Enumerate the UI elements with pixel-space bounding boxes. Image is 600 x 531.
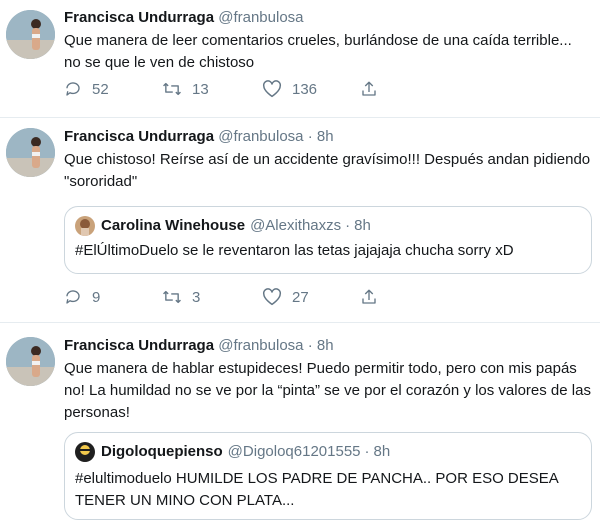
quoted-timestamp[interactable]: 8h xyxy=(374,442,391,462)
tweet[interactable]: Francisca Undurraga @franbulosa · 8h Que… xyxy=(0,118,600,323)
reply-button[interactable]: 9 xyxy=(64,288,162,306)
quoted-tweet-header: Carolina Winehouse @Alexithaxzs · 8h xyxy=(75,216,581,236)
quoted-author-name[interactable]: Digoloquepienso xyxy=(101,442,223,462)
author-name[interactable]: Francisca Undurraga xyxy=(64,9,214,26)
retweet-icon xyxy=(162,288,182,306)
author-name[interactable]: Francisca Undurraga xyxy=(64,337,214,354)
timestamp[interactable]: 8h xyxy=(317,337,334,354)
reply-icon xyxy=(64,80,82,98)
separator: · xyxy=(307,128,313,145)
avatar[interactable] xyxy=(6,128,55,177)
tweet-header: Francisca Undurraga @franbulosa xyxy=(64,8,592,28)
like-button[interactable]: 136 xyxy=(262,80,360,98)
quoted-tweet-text: #elultimoduelo HUMILDE LOS PADRE DE PANC… xyxy=(75,470,558,509)
tweet-actions: 9 3 27 xyxy=(64,288,378,306)
like-button[interactable]: 27 xyxy=(262,288,360,306)
author-handle[interactable]: @franbulosa xyxy=(218,128,303,145)
timestamp[interactable]: 8h xyxy=(317,128,334,145)
quoted-avatar[interactable] xyxy=(75,216,95,236)
separator: · xyxy=(364,443,370,460)
reply-button[interactable]: 52 xyxy=(64,80,162,98)
author-name[interactable]: Francisca Undurraga xyxy=(64,128,214,145)
reply-count: 52 xyxy=(92,80,109,98)
tweet[interactable]: Francisca Undurraga @franbulosa Que mane… xyxy=(0,0,600,118)
retweet-count: 13 xyxy=(192,80,209,98)
quoted-author-handle[interactable]: @Alexithaxzs xyxy=(250,216,341,236)
retweet-button[interactable]: 3 xyxy=(162,288,262,306)
avatar[interactable] xyxy=(6,10,55,59)
retweet-count: 3 xyxy=(192,288,201,306)
tweet-text: Que chistoso! Reírse así de un accidente… xyxy=(64,151,591,190)
author-handle[interactable]: @franbulosa xyxy=(218,337,303,354)
quoted-tweet[interactable]: Carolina Winehouse @Alexithaxzs · 8h #El… xyxy=(64,206,592,274)
share-icon xyxy=(360,288,378,306)
quoted-tweet-text: #ElÚltimoDuelo se le reventaron las teta… xyxy=(75,242,514,259)
quoted-tweet-header: Digoloquepienso @Digoloq61201555 · 8h xyxy=(75,442,581,462)
tweet[interactable]: Francisca Undurraga @franbulosa · 8h Que… xyxy=(0,323,600,531)
tweet-text: Que manera de leer comentarios crueles, … xyxy=(64,32,572,71)
tweet-header: Francisca Undurraga @franbulosa · 8h xyxy=(64,127,592,147)
like-icon xyxy=(262,288,282,306)
tweet-text: Que manera de hablar estupideces! Puedo … xyxy=(64,360,591,421)
share-icon xyxy=(360,80,378,98)
like-icon xyxy=(262,80,282,98)
tweet-actions: 52 13 136 xyxy=(64,80,378,98)
reply-count: 9 xyxy=(92,288,101,306)
quoted-avatar[interactable] xyxy=(75,442,95,462)
retweet-button[interactable]: 13 xyxy=(162,80,262,98)
retweet-icon xyxy=(162,80,182,98)
separator: · xyxy=(345,217,351,234)
avatar[interactable] xyxy=(6,337,55,386)
quoted-tweet[interactable]: Digoloquepienso @Digoloq61201555 · 8h #e… xyxy=(64,432,592,520)
quoted-timestamp[interactable]: 8h xyxy=(354,216,371,236)
reply-icon xyxy=(64,288,82,306)
quoted-author-name[interactable]: Carolina Winehouse xyxy=(101,216,245,236)
like-count: 136 xyxy=(292,80,318,98)
share-button[interactable] xyxy=(360,80,378,98)
separator: · xyxy=(307,337,313,354)
like-count: 27 xyxy=(292,288,309,306)
author-handle[interactable]: @franbulosa xyxy=(218,9,303,26)
share-button[interactable] xyxy=(360,288,378,306)
quoted-author-handle[interactable]: @Digoloq61201555 xyxy=(228,442,361,462)
tweet-header: Francisca Undurraga @franbulosa · 8h xyxy=(64,336,592,356)
tweet-feed: Francisca Undurraga @franbulosa Que mane… xyxy=(0,0,600,531)
